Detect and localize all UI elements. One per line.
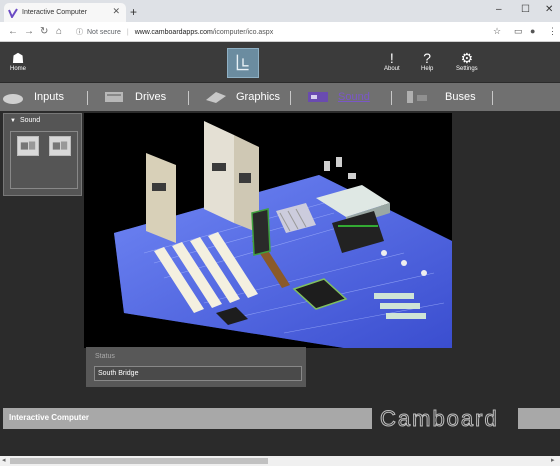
sound-thumbnail[interactable]: [17, 136, 39, 156]
component-panel: ▼ Sound: [3, 113, 82, 196]
motherboard-viewport[interactable]: [84, 113, 452, 348]
forward-icon[interactable]: →: [24, 26, 34, 37]
sound-thumbnail[interactable]: [49, 136, 71, 156]
account-icon[interactable]: ●: [530, 26, 535, 36]
url-path: /icomputer/ico.aspx: [212, 28, 274, 36]
status-label: Status: [95, 353, 115, 360]
app-logo: [227, 48, 259, 78]
menu-item-sound[interactable]: Sound: [306, 88, 370, 106]
horizontal-scrollbar[interactable]: ◂ ▸: [0, 456, 560, 466]
footer-bar: Interactive Computer: [3, 408, 372, 429]
menu-divider: [87, 91, 88, 105]
collapse-triangle-icon[interactable]: ▼: [10, 118, 16, 124]
menu-item-label: Graphics: [236, 91, 281, 103]
info-icon[interactable]: ⓘ: [76, 27, 83, 37]
graphics-card-icon: [206, 92, 226, 103]
cast-icon[interactable]: ▭: [514, 26, 523, 37]
menu-divider: [290, 91, 291, 105]
panel-header[interactable]: ▼ Sound: [4, 114, 81, 127]
about-label: About: [384, 66, 400, 72]
menu-item-buses[interactable]: Buses: [405, 88, 476, 106]
home-icon: ☗: [11, 50, 25, 66]
settings-button[interactable]: ⚙ Settings: [456, 50, 478, 72]
menu-item-label: Inputs: [34, 91, 64, 103]
camboard-logo: Camboard: [376, 406, 516, 432]
close-window-icon[interactable]: ✕: [545, 4, 553, 15]
category-menu: Inputs Drives Graphics Sound Buses: [0, 83, 560, 111]
footer-brand: Camboard: [380, 407, 499, 431]
address-bar[interactable]: ⓘ Not secure | www.camboardapps.com /ico…: [76, 25, 496, 39]
menu-item-graphics[interactable]: Graphics: [204, 88, 280, 106]
close-tab-icon[interactable]: ✕: [112, 6, 120, 17]
menu-item-label: Buses: [445, 91, 476, 103]
bookmark-star-icon[interactable]: ☆: [493, 26, 501, 37]
maximize-icon[interactable]: ☐: [521, 4, 530, 15]
thumbnail-list: [10, 131, 78, 189]
browser-tab[interactable]: Interactive Computer ✕: [4, 3, 126, 22]
scrollbar-thumb[interactable]: [10, 458, 268, 464]
new-tab-button[interactable]: +: [130, 5, 137, 19]
not-secure-label: Not secure: [87, 28, 121, 36]
menu-divider: [492, 91, 493, 105]
scroll-right-icon[interactable]: ▸: [551, 456, 555, 464]
panel-title: Sound: [19, 117, 41, 124]
menu-item-label: Sound: [338, 91, 370, 103]
scroll-left-icon[interactable]: ◂: [2, 456, 6, 464]
home-page-icon[interactable]: ⌂: [56, 26, 62, 37]
browser-tab-strip: Interactive Computer ✕ + – ☐ ✕: [0, 0, 560, 22]
camboard-favicon-icon: [8, 7, 18, 18]
reload-icon[interactable]: ↻: [40, 26, 48, 37]
footer-bar-end: [518, 408, 560, 429]
settings-label: Settings: [456, 66, 478, 72]
menu-divider: [188, 91, 189, 105]
browser-toolbar: ← → ↻ ⌂ ⓘ Not secure | www.camboardapps.…: [0, 22, 560, 42]
gears-icon: ⚙: [460, 50, 474, 66]
motherboard-image: [84, 113, 452, 348]
status-panel: Status South Bridge: [86, 347, 306, 387]
mouse-icon: [3, 94, 23, 104]
status-field: South Bridge: [94, 366, 302, 381]
sound-card-icon: [308, 92, 328, 102]
exclamation-icon: !: [389, 50, 394, 66]
menu-item-inputs[interactable]: Inputs: [2, 88, 64, 106]
menu-dots-icon[interactable]: ⋮: [548, 26, 557, 37]
tab-title: Interactive Computer: [22, 9, 87, 16]
hard-drive-icon: [105, 92, 123, 102]
url-host: www.camboardapps.com: [134, 28, 213, 36]
menu-item-label: Drives: [135, 91, 167, 103]
back-icon[interactable]: ←: [8, 26, 18, 37]
help-label: Help: [421, 66, 434, 72]
help-button[interactable]: ? Help: [421, 50, 433, 72]
bus-icon: [407, 91, 427, 103]
menu-divider: [391, 91, 392, 105]
app-header: ☗ Home ! About ? Help ⚙ Settings: [0, 42, 560, 82]
menu-item-drives[interactable]: Drives: [103, 88, 166, 106]
home-button[interactable]: ☗ Home: [10, 50, 26, 72]
question-icon: ?: [423, 50, 432, 66]
minimize-icon[interactable]: –: [496, 4, 502, 15]
home-label: Home: [10, 66, 27, 72]
footer-title: Interactive Computer: [9, 413, 90, 422]
about-button[interactable]: ! About: [384, 50, 400, 72]
